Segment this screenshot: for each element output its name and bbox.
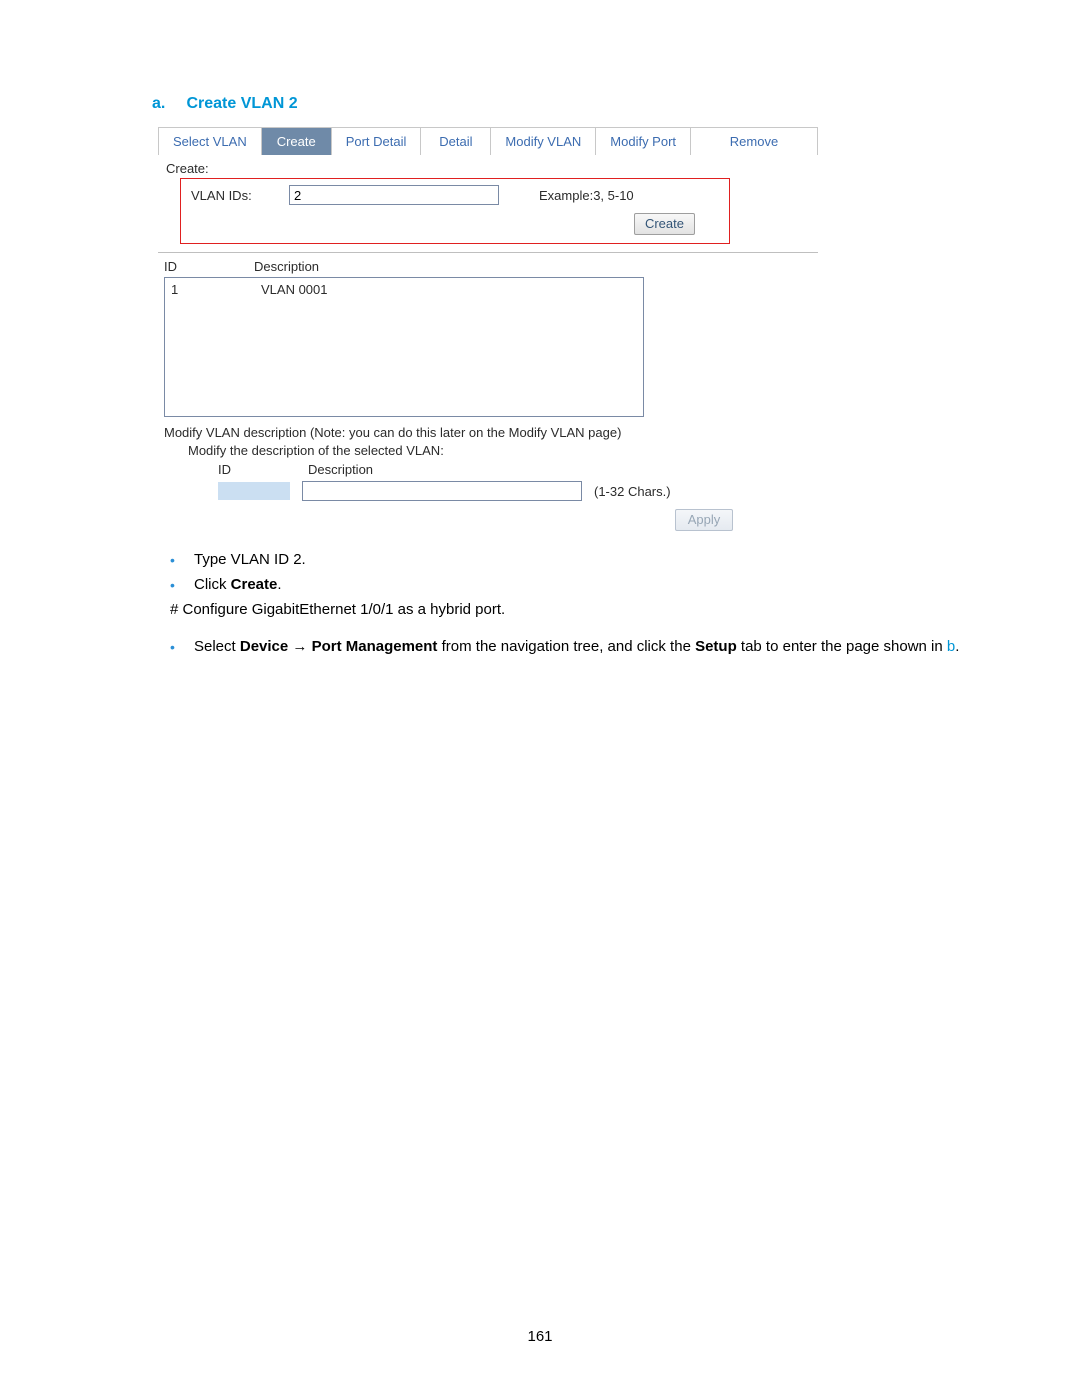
col-id-header: ID: [164, 259, 254, 274]
tab-modify-port[interactable]: Modify Port: [596, 128, 691, 155]
tab-modify-vlan[interactable]: Modify VLAN: [491, 128, 596, 155]
table-row[interactable]: 1 VLAN 0001: [171, 282, 637, 297]
tab-select-vlan[interactable]: Select VLAN: [159, 128, 262, 155]
modify-fields: ID Description (1-32 Chars.) Apply: [218, 462, 818, 531]
vlan-ids-label: VLAN IDs:: [191, 188, 259, 203]
section-heading: a. Create VLAN 2: [152, 95, 960, 113]
heading-title: Create VLAN 2: [186, 95, 297, 112]
vlan-id-table-body[interactable]: 1 VLAN 0001: [164, 277, 644, 417]
tab-create[interactable]: Create: [262, 128, 332, 155]
page-number: 161: [0, 1328, 1080, 1345]
modify-desc-input[interactable]: [302, 481, 582, 501]
modify-id-display: [218, 482, 290, 500]
vlan-create-ui: Select VLAN Create Port Detail Detail Mo…: [158, 127, 818, 531]
apply-button[interactable]: Apply: [675, 509, 733, 531]
create-section-label: Create:: [166, 161, 818, 176]
tab-detail[interactable]: Detail: [421, 128, 491, 155]
instruction-list-1: Type VLAN ID 2. Click Create.: [152, 551, 960, 593]
create-button[interactable]: Create: [634, 213, 695, 235]
modify-note: Modify VLAN description (Note: you can d…: [164, 425, 818, 440]
modify-col-desc: Description: [308, 462, 818, 477]
link-b[interactable]: b: [947, 638, 955, 655]
row-desc: VLAN 0001: [261, 282, 328, 297]
modify-subnote: Modify the description of the selected V…: [188, 443, 818, 458]
instruction-list-2: Select Device → Port Management from the…: [152, 638, 960, 655]
hash-instruction: # Configure GigabitEthernet 1/0/1 as a h…: [152, 601, 960, 618]
tab-port-detail[interactable]: Port Detail: [332, 128, 422, 155]
instruction-item: Click Create.: [194, 576, 960, 593]
divider: [158, 252, 818, 253]
vlan-id-table: ID Description 1 VLAN 0001: [164, 259, 644, 417]
row-id: 1: [171, 282, 261, 297]
heading-item-letter: a.: [152, 95, 182, 113]
tab-bar: Select VLAN Create Port Detail Detail Mo…: [158, 127, 818, 155]
tab-remove[interactable]: Remove: [691, 128, 817, 155]
instruction-item: Type VLAN ID 2.: [194, 551, 960, 568]
instruction-item: Select Device → Port Management from the…: [194, 638, 960, 655]
vlan-ids-input[interactable]: [289, 185, 499, 205]
vlan-ids-example: Example:3, 5-10: [539, 188, 634, 203]
modify-col-id: ID: [218, 462, 308, 477]
col-desc-header: Description: [254, 259, 644, 274]
create-panel: VLAN IDs: Example:3, 5-10 Create: [180, 178, 730, 244]
desc-char-hint: (1-32 Chars.): [594, 484, 671, 499]
